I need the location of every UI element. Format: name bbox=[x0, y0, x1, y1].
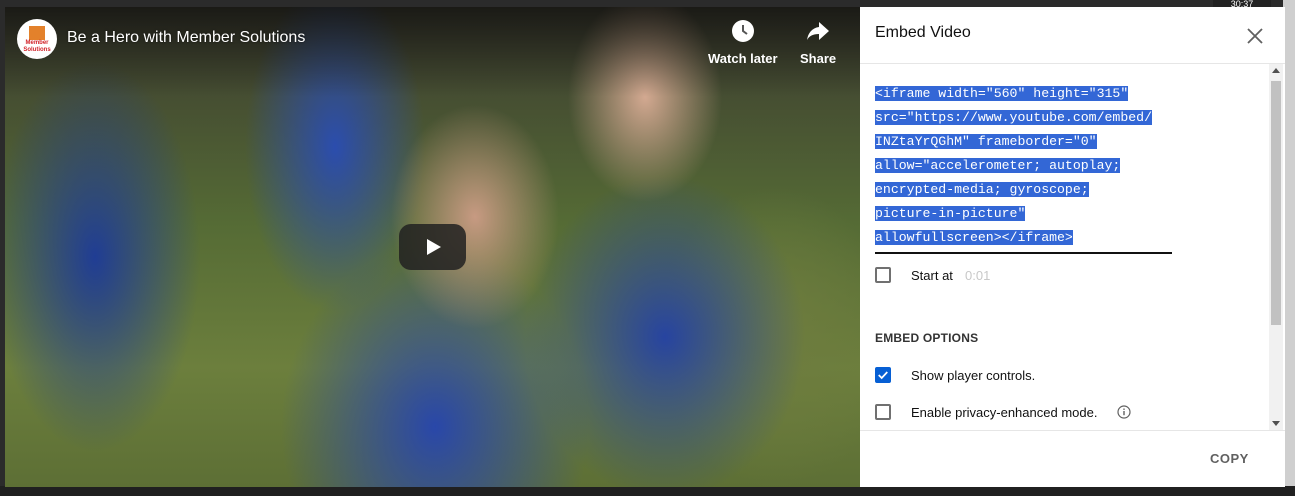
embed-panel-title: Embed Video bbox=[875, 24, 971, 41]
privacy-mode-checkbox[interactable] bbox=[875, 404, 891, 420]
scroll-down-arrow-icon[interactable] bbox=[1272, 421, 1280, 426]
share-button[interactable]: Share bbox=[800, 19, 836, 66]
embed-code-line: INZtaYrQGhM" frameborder="0" bbox=[875, 134, 1097, 149]
embed-options-heading: EMBED OPTIONS bbox=[875, 331, 979, 345]
watch-later-label: Watch later bbox=[708, 51, 778, 66]
embed-code-textarea[interactable]: <iframe width="560" height="315" src="ht… bbox=[875, 82, 1172, 254]
clock-icon bbox=[731, 20, 754, 42]
embed-panel: Embed Video <iframe width="560" height="… bbox=[860, 7, 1285, 487]
share-arrow-icon bbox=[807, 22, 830, 40]
show-controls-label: Show player controls. bbox=[911, 368, 1036, 383]
channel-avatar-text: Member Solutions bbox=[23, 40, 51, 53]
embed-code-line: encrypted-media; gyroscope; bbox=[875, 182, 1089, 197]
scrollbar-thumb[interactable] bbox=[1271, 81, 1281, 325]
show-controls-checkbox[interactable] bbox=[875, 367, 891, 383]
share-label: Share bbox=[800, 51, 837, 66]
embed-code-line: allowfullscreen></iframe> bbox=[875, 230, 1073, 245]
embed-panel-body: <iframe width="560" height="315" src="ht… bbox=[860, 64, 1285, 430]
watch-later-button[interactable]: Watch later bbox=[708, 19, 778, 66]
video-title[interactable]: Be a Hero with Member Solutions bbox=[67, 29, 305, 47]
scroll-up-arrow-icon[interactable] bbox=[1272, 68, 1280, 73]
close-button[interactable] bbox=[1242, 23, 1268, 49]
embed-code-line: allow="accelerometer; autoplay; bbox=[875, 158, 1121, 173]
cube-logo-icon bbox=[29, 26, 45, 40]
video-player[interactable]: Member Solutions Be a Hero with Member S… bbox=[5, 7, 860, 487]
play-button[interactable] bbox=[399, 224, 466, 270]
embed-panel-footer: COPY bbox=[860, 430, 1285, 488]
close-icon bbox=[1247, 28, 1263, 44]
embed-panel-header: Embed Video bbox=[860, 7, 1285, 64]
start-at-time-input[interactable]: 0:01 bbox=[965, 268, 990, 283]
checkmark-icon bbox=[878, 371, 888, 380]
start-at-label: Start at bbox=[911, 268, 953, 283]
start-at-checkbox[interactable] bbox=[875, 267, 891, 283]
play-icon bbox=[426, 239, 441, 255]
panel-scrollbar[interactable] bbox=[1269, 64, 1283, 430]
embed-code-line: src="https://www.youtube.com/embed/ bbox=[875, 110, 1152, 125]
privacy-mode-label: Enable privacy-enhanced mode. bbox=[911, 405, 1098, 420]
info-icon[interactable] bbox=[1117, 405, 1131, 419]
embed-code-line: <iframe width="560" height="315" bbox=[875, 86, 1129, 101]
copy-button[interactable]: COPY bbox=[1210, 451, 1249, 466]
channel-avatar[interactable]: Member Solutions bbox=[17, 19, 57, 59]
embed-code-line: picture-in-picture" bbox=[875, 206, 1026, 221]
